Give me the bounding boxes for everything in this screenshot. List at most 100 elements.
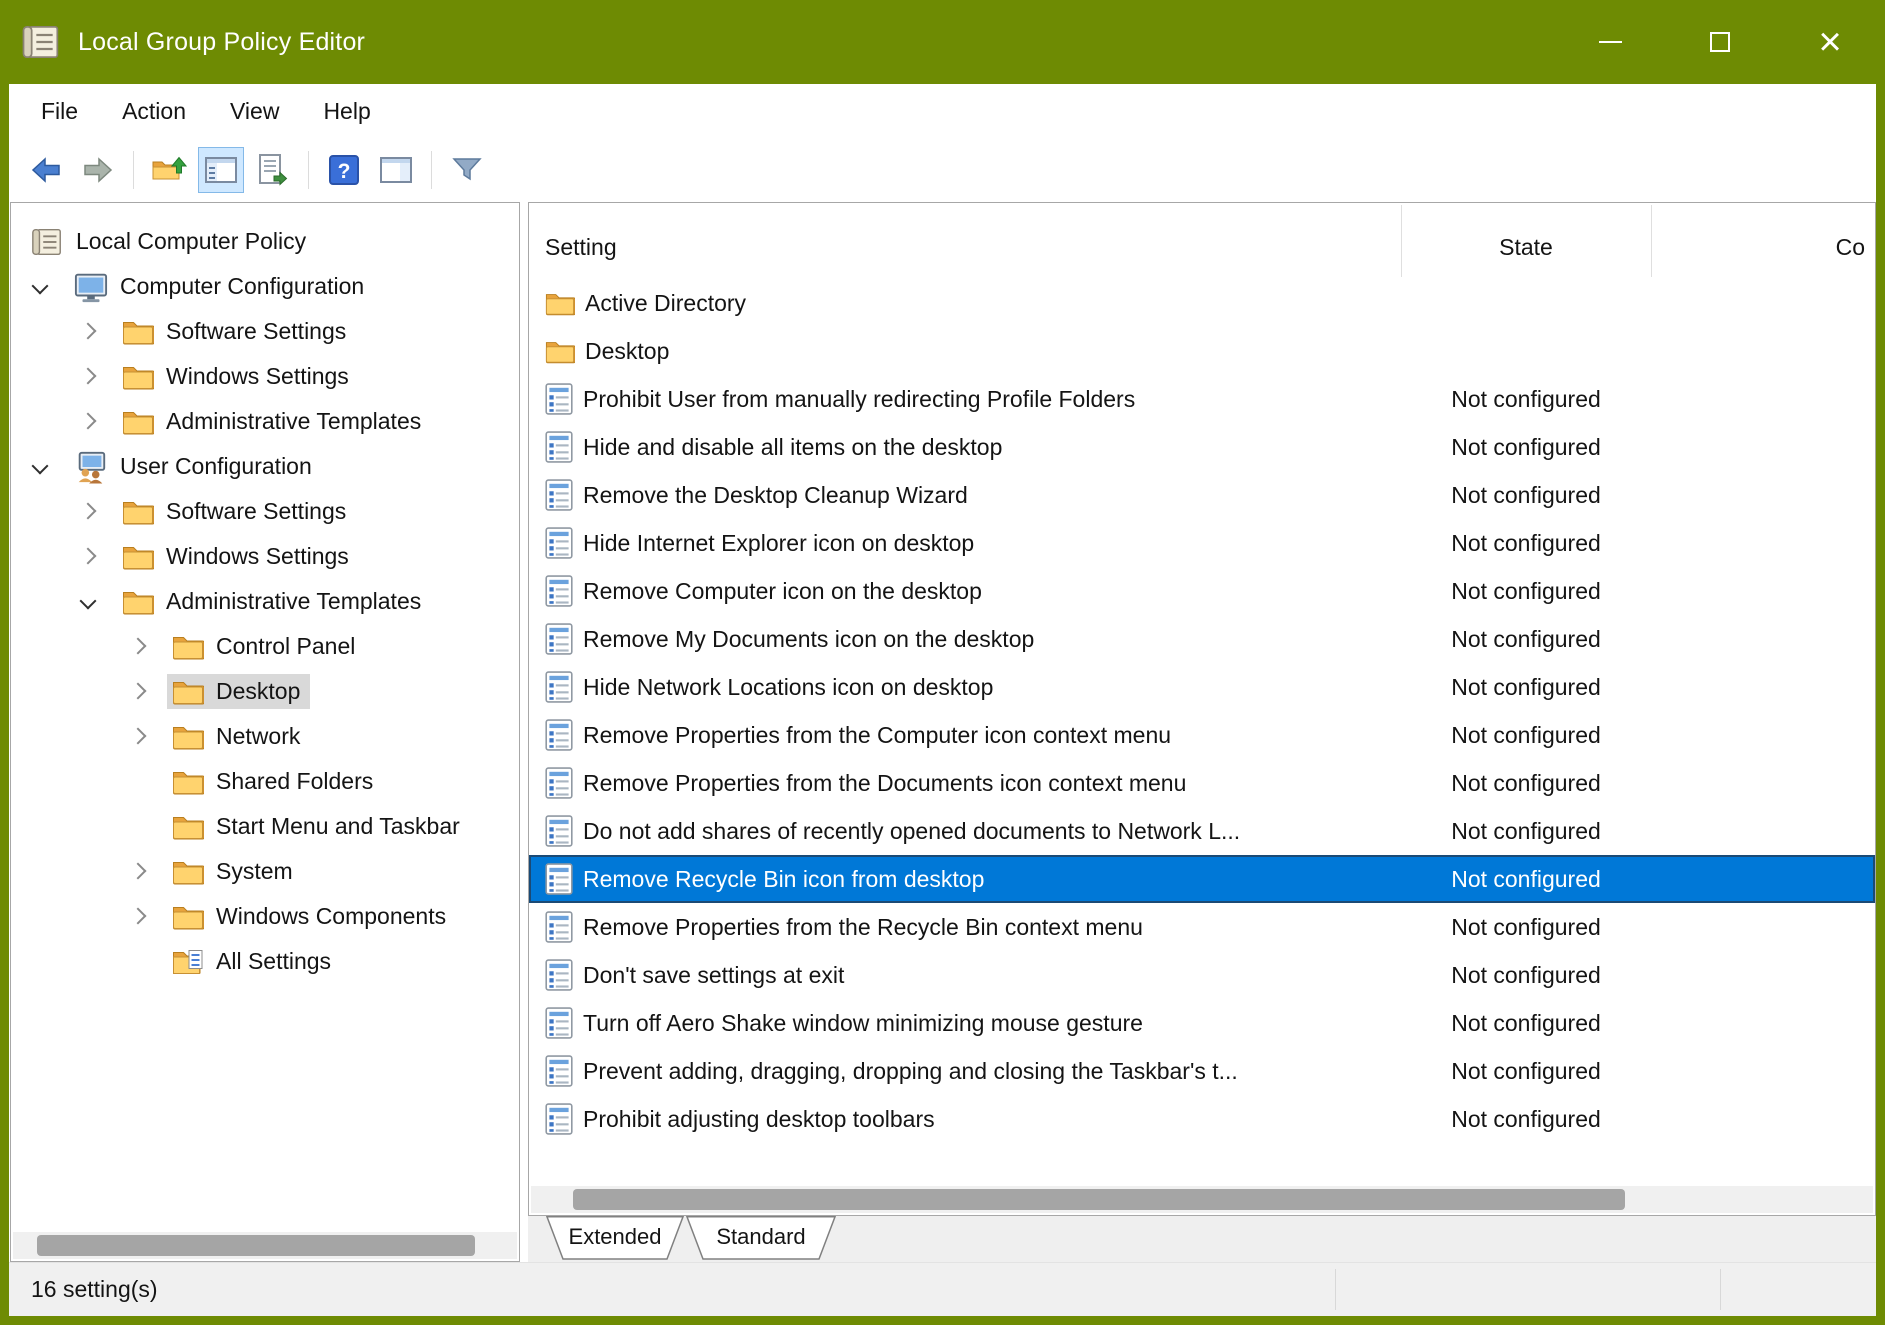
chevron-right-icon[interactable] [75, 534, 117, 579]
tree-item-desktop[interactable]: Desktop [11, 669, 519, 714]
tree-item-shared-folders[interactable]: Shared Folders [11, 759, 519, 804]
column-divider[interactable] [1401, 205, 1402, 277]
tree-item-start-menu-and-taskbar[interactable]: Start Menu and Taskbar [11, 804, 519, 849]
chevron-right-icon[interactable] [125, 714, 167, 759]
chevron-down-icon[interactable] [75, 579, 117, 624]
tree-item-computer-configuration[interactable]: Computer Configuration [11, 264, 519, 309]
column-header-setting[interactable]: Setting [529, 234, 1401, 261]
console-tree-icon [203, 152, 239, 188]
list-item[interactable]: Prevent adding, dragging, dropping and c… [529, 1047, 1875, 1095]
status-divider [1720, 1269, 1721, 1310]
tree-item-windows-settings-user[interactable]: Windows Settings [11, 534, 519, 579]
list-item[interactable]: Hide Network Locations icon on desktop N… [529, 663, 1875, 711]
tab-standard[interactable]: Standard [686, 1216, 836, 1260]
column-header-state[interactable]: State [1401, 234, 1651, 261]
user-configuration-icon [74, 450, 108, 484]
menu-item-help[interactable]: Help [301, 92, 392, 131]
policy-icon [545, 959, 573, 991]
column-divider[interactable] [1651, 205, 1652, 277]
tree-item-administrative-templates-user[interactable]: Administrative Templates [11, 579, 519, 624]
list-item[interactable]: Remove Properties from the Recycle Bin c… [529, 903, 1875, 951]
tree-item-label: Windows Settings [166, 363, 349, 390]
chevron-right-icon[interactable] [125, 669, 167, 714]
policy-icon [545, 863, 573, 895]
export-list-button[interactable] [250, 147, 296, 193]
close-button[interactable] [1775, 0, 1885, 84]
list-item[interactable]: Prohibit User from manually redirecting … [529, 375, 1875, 423]
maximize-button[interactable] [1665, 0, 1775, 84]
list-item-selected[interactable]: Remove Recycle Bin icon from desktop Not… [529, 855, 1875, 903]
chevron-down-icon[interactable] [27, 444, 69, 489]
tree-item-software-settings-user[interactable]: Software Settings [11, 489, 519, 534]
list-item[interactable]: Remove the Desktop Cleanup Wizard Not co… [529, 471, 1875, 519]
tree-item-control-panel[interactable]: Control Panel [11, 624, 519, 669]
tree-item-system[interactable]: System [11, 849, 519, 894]
setting-name: Hide Internet Explorer icon on desktop [583, 530, 1401, 557]
scrollbar-thumb[interactable] [37, 1235, 475, 1256]
filter-button[interactable] [444, 147, 490, 193]
tree-item-administrative-templates-computer[interactable]: Administrative Templates [11, 399, 519, 444]
show-action-pane-button[interactable] [373, 147, 419, 193]
state-value: Not configured [1401, 818, 1651, 845]
folder-icon [122, 363, 154, 390]
folder-icon [122, 588, 154, 615]
help-button[interactable] [321, 147, 367, 193]
tree-item-network[interactable]: Network [11, 714, 519, 759]
chevron-right-icon[interactable] [125, 849, 167, 894]
menu-bar: File Action View Help [9, 84, 1876, 138]
setting-name: Remove Recycle Bin icon from desktop [583, 866, 1401, 893]
show-console-tree-button[interactable] [198, 147, 244, 193]
menu-item-action[interactable]: Action [100, 92, 208, 131]
list-item[interactable]: Turn off Aero Shake window minimizing mo… [529, 999, 1875, 1047]
folder-icon [122, 318, 154, 345]
menu-item-file[interactable]: File [19, 92, 100, 131]
tree-item-software-settings-computer[interactable]: Software Settings [11, 309, 519, 354]
gpo-scroll-icon [30, 225, 64, 259]
list-item[interactable]: Active Directory [529, 279, 1875, 327]
setting-name: Remove Properties from the Computer icon… [583, 722, 1401, 749]
list-item[interactable]: Hide Internet Explorer icon on desktop N… [529, 519, 1875, 567]
column-header-comment[interactable]: Co [1651, 234, 1875, 261]
policy-icon [545, 527, 573, 559]
setting-name: Do not add shares of recently opened doc… [583, 818, 1401, 845]
list-item[interactable]: Desktop [529, 327, 1875, 375]
chevron-right-icon[interactable] [75, 354, 117, 399]
tree-item-local-computer-policy[interactable]: Local Computer Policy [11, 219, 519, 264]
list-item[interactable]: Remove Properties from the Computer icon… [529, 711, 1875, 759]
list-item[interactable]: Prohibit adjusting desktop toolbars Not … [529, 1095, 1875, 1143]
forward-button[interactable] [75, 147, 121, 193]
minimize-button[interactable] [1555, 0, 1665, 84]
list-item[interactable]: Don't save settings at exit Not configur… [529, 951, 1875, 999]
chevron-right-icon[interactable] [75, 489, 117, 534]
list-item[interactable]: Remove My Documents icon on the desktop … [529, 615, 1875, 663]
chevron-right-icon[interactable] [75, 309, 117, 354]
tree-item-windows-settings-computer[interactable]: Windows Settings [11, 354, 519, 399]
setting-name: Desktop [585, 338, 1403, 365]
chevron-right-icon[interactable] [125, 624, 167, 669]
back-button[interactable] [23, 147, 69, 193]
tab-extended[interactable]: Extended [546, 1216, 684, 1260]
folder-icon [172, 723, 204, 750]
up-one-level-button[interactable] [146, 147, 192, 193]
scrollbar-thumb[interactable] [573, 1189, 1625, 1210]
chevron-down-icon[interactable] [27, 264, 69, 309]
list-item[interactable]: Remove Computer icon on the desktop Not … [529, 567, 1875, 615]
list-item[interactable]: Remove Properties from the Documents ico… [529, 759, 1875, 807]
policy-icon [545, 767, 573, 799]
chevron-right-icon[interactable] [75, 399, 117, 444]
window-title: Local Group Policy Editor [78, 28, 365, 57]
horizontal-scrollbar[interactable] [531, 1186, 1873, 1213]
chevron-right-icon[interactable] [125, 894, 167, 939]
tree-item-label: All Settings [216, 948, 331, 975]
tree-item-windows-components[interactable]: Windows Components [11, 894, 519, 939]
menu-item-view[interactable]: View [208, 92, 301, 131]
state-value: Not configured [1401, 1058, 1651, 1085]
list-item[interactable]: Do not add shares of recently opened doc… [529, 807, 1875, 855]
list-item[interactable]: Hide and disable all items on the deskto… [529, 423, 1875, 471]
state-value: Not configured [1401, 434, 1651, 461]
horizontal-scrollbar[interactable] [13, 1232, 517, 1259]
tree-item-user-configuration[interactable]: User Configuration [11, 444, 519, 489]
title-bar[interactable]: Local Group Policy Editor [0, 0, 1885, 84]
state-value: Not configured [1401, 482, 1651, 509]
tree-item-all-settings[interactable]: All Settings [11, 939, 519, 984]
